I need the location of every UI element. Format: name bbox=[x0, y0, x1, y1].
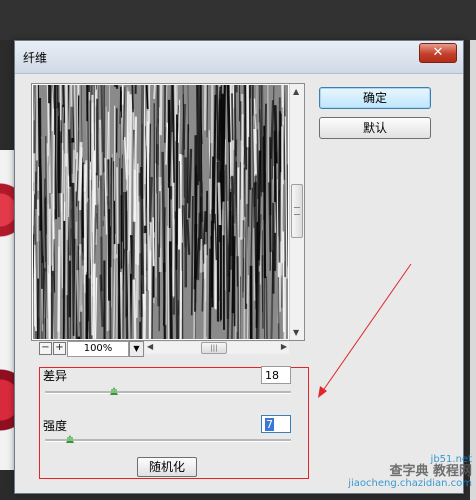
annotation-arrow bbox=[318, 263, 412, 398]
watermark-line-2: 查字典 教程网 bbox=[389, 464, 472, 479]
watermark-line-3: jiaocheng.chazidian.com bbox=[348, 478, 472, 489]
site-watermark: jb51.net 查字典 教程网 jiaocheng.chazidian.com bbox=[332, 454, 472, 494]
